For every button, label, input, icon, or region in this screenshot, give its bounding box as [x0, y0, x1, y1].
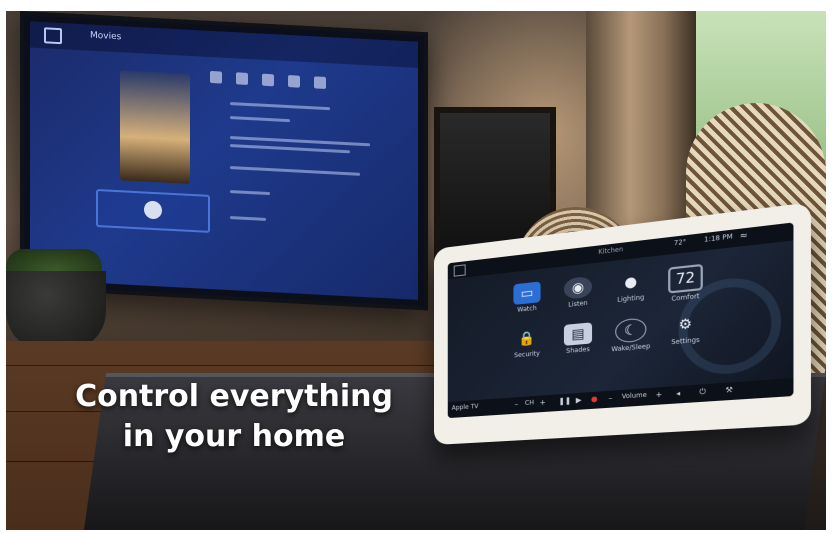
volume-down-button[interactable]: –: [608, 394, 612, 403]
tile-settings[interactable]: ⚙ Settings: [660, 311, 711, 347]
wifi-icon: ≈: [739, 230, 748, 241]
channel-up-button[interactable]: +: [540, 398, 546, 407]
channel-down-button[interactable]: –: [514, 400, 518, 408]
tile-wake-sleep[interactable]: ☾ Wake/Sleep: [606, 316, 655, 353]
tv-text-line: [230, 190, 270, 196]
tile-comfort[interactable]: 72 Comfort: [660, 263, 711, 304]
channel-label: CH: [524, 399, 534, 407]
photo-scene: Movies Kitchen 72° 1:18 PM ≈ ▭ Watch ◉ L…: [6, 11, 826, 530]
play-button: [96, 188, 210, 233]
tv-text-line: [230, 102, 330, 111]
status-time: 1:18 PM: [704, 232, 733, 244]
gear-icon: ⚙: [678, 315, 693, 334]
headline-line-2: in your home: [122, 419, 346, 454]
tv-text-line: [230, 116, 290, 123]
record-icon[interactable]: ●: [591, 395, 598, 404]
plant-pot: [6, 271, 106, 351]
bulb-icon: ●: [624, 273, 638, 292]
tile-label: Shades: [566, 345, 590, 356]
tile-security[interactable]: 🔒 Security: [504, 326, 550, 360]
tv-text-line: [230, 166, 360, 176]
tv-nav-icon: [236, 72, 248, 85]
tile-label: Watch: [517, 304, 537, 314]
moon-icon: ☾: [615, 317, 647, 344]
tile-label: Listen: [568, 299, 588, 309]
tv-nav-icon: [314, 76, 326, 90]
tile-watch[interactable]: ▭ Watch: [504, 280, 550, 315]
source-name[interactable]: Apple TV: [452, 403, 479, 412]
tv-nav-icon: [262, 73, 274, 87]
play-icon[interactable]: ▶: [576, 396, 582, 405]
headline-line-1: Control everything: [75, 379, 393, 414]
home-icon: [44, 27, 62, 45]
pause-icon[interactable]: ❚❚: [559, 397, 572, 406]
tv-text-line: [230, 144, 350, 154]
headline: Control everything in your home: [44, 377, 424, 457]
transport-bar: Apple TV – CH + ❚❚ ▶ ● – Volume + ◂ ⏻ ⚒: [447, 377, 794, 419]
power-icon[interactable]: ⏻: [699, 387, 706, 397]
tile-lighting[interactable]: ● Lighting: [606, 269, 655, 305]
shades-icon: ▤: [563, 322, 593, 346]
tv-nav-icon: [210, 70, 222, 84]
mute-icon[interactable]: ◂: [676, 389, 680, 398]
tv-nav-icon: [288, 75, 300, 88]
tools-icon[interactable]: ⚒: [725, 386, 732, 395]
tile-shades[interactable]: ▤ Shades: [554, 321, 602, 356]
volume-up-button[interactable]: +: [656, 390, 663, 399]
tile-label: Wake/Sleep: [611, 342, 651, 354]
tile-listen[interactable]: ◉ Listen: [554, 275, 602, 310]
lock-icon: 🔒: [518, 330, 536, 348]
movie-poster: [120, 70, 190, 184]
tile-label: Lighting: [617, 293, 645, 304]
tile-label: Security: [514, 349, 540, 360]
play-icon: [144, 200, 162, 220]
status-temperature: 72°: [673, 238, 687, 248]
speaker-icon: ◉: [563, 275, 593, 300]
thermostat-icon: 72: [668, 263, 703, 294]
tv-text-line: [230, 216, 266, 221]
tv-icon: ▭: [513, 281, 541, 305]
volume-label: Volume: [621, 391, 647, 401]
tv-title: Movies: [90, 30, 122, 43]
tv-top-bar: Movies: [30, 21, 418, 68]
touch-panel-screen: Kitchen 72° 1:18 PM ≈ ▭ Watch ◉ Listen ●…: [447, 222, 794, 419]
